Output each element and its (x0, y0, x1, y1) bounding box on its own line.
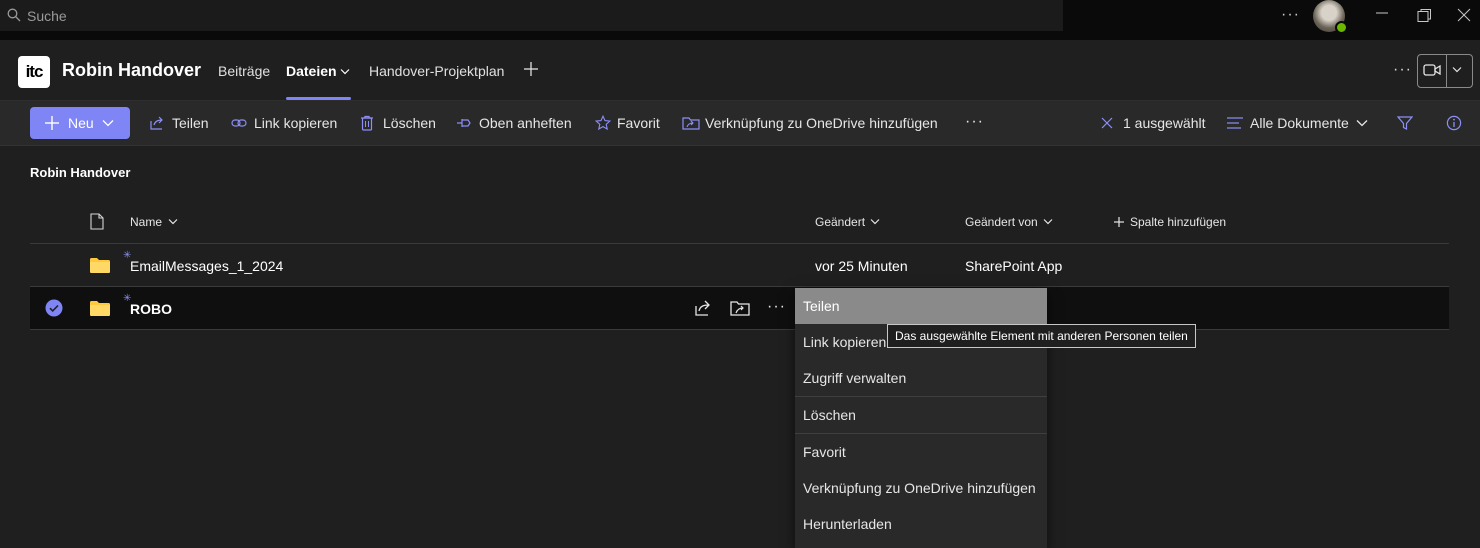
new-button-label[interactable]: Neu (68, 115, 94, 131)
delete-button[interactable]: Löschen (383, 115, 436, 131)
pin-icon[interactable] (456, 115, 472, 131)
column-header-modified-by[interactable]: Geändert von (965, 215, 1038, 229)
tooltip: Das ausgewählte Element mit anderen Pers… (887, 324, 1196, 348)
team-logo: itc (18, 56, 50, 88)
file-type-icon (90, 213, 104, 230)
menu-item-delete[interactable]: Löschen (795, 397, 1047, 433)
chevron-down-icon[interactable] (340, 68, 350, 75)
more-options-icon[interactable]: ··· (1281, 6, 1300, 24)
tab-handover-projektplan[interactable]: Handover-Projektplan (369, 63, 504, 79)
column-header-modified[interactable]: Geändert (815, 215, 865, 229)
close-icon[interactable] (1457, 8, 1471, 22)
share-icon[interactable] (694, 299, 712, 317)
copy-link-button[interactable]: Link kopieren (254, 115, 337, 131)
shortcut-icon[interactable] (682, 115, 700, 131)
shortcut-icon[interactable] (730, 299, 750, 317)
tab-beitraege[interactable]: Beiträge (218, 63, 270, 79)
team-name: Robin Handover (62, 60, 202, 80)
menu-item-favorite[interactable]: Favorit (795, 434, 1047, 470)
modified-by: SharePoint App (965, 258, 1063, 274)
selection-count: 1 ausgewählt (1123, 115, 1206, 131)
favorite-button[interactable]: Favorit (617, 115, 660, 131)
add-shortcut-button[interactable]: Verknüpfung zu OneDrive hinzufügen (705, 115, 938, 131)
search-input[interactable] (0, 0, 1063, 31)
more-options-icon[interactable]: ··· (1393, 61, 1412, 79)
menu-item-add-shortcut[interactable]: Verknüpfung zu OneDrive hinzufügen (795, 470, 1047, 506)
search-icon (7, 8, 21, 22)
share-button[interactable]: Teilen (172, 115, 209, 131)
chevron-down-icon[interactable] (1356, 119, 1368, 127)
more-options-icon[interactable]: ··· (965, 113, 984, 131)
folder-icon (90, 301, 110, 316)
minimize-icon[interactable] (1375, 6, 1389, 20)
view-list-icon[interactable] (1227, 117, 1243, 129)
divider (1446, 55, 1447, 87)
modified-date: vor 25 Minuten (815, 258, 908, 274)
column-header-name[interactable]: Name (130, 215, 162, 229)
menu-item-label: Favorit (803, 444, 846, 460)
plus-icon[interactable] (1114, 217, 1124, 227)
pin-to-top-button[interactable]: Oben anheften (479, 115, 572, 131)
chevron-down-icon[interactable] (102, 119, 114, 127)
menu-item-share[interactable]: Teilen (795, 288, 1047, 324)
more-options-icon[interactable]: ··· (767, 298, 786, 316)
add-tab-icon[interactable] (523, 61, 539, 77)
menu-item-label: Link kopieren (803, 334, 887, 350)
menu-item-label: Herunterladen (803, 516, 892, 532)
breadcrumb[interactable]: Robin Handover (30, 165, 130, 180)
link-icon[interactable] (231, 115, 247, 131)
filter-icon[interactable] (1397, 115, 1413, 131)
menu-item-label: Zugriff verwalten (803, 370, 907, 386)
file-name[interactable]: EmailMessages_1_2024 (130, 258, 283, 274)
chevron-down-icon[interactable] (870, 218, 880, 225)
folder-icon (90, 258, 110, 273)
chevron-down-icon[interactable] (1452, 66, 1462, 73)
view-selector[interactable]: Alle Dokumente (1250, 115, 1349, 131)
tab-dateien[interactable]: Dateien (286, 63, 337, 79)
search-placeholder: Suche (27, 8, 67, 24)
checkmark-selected-icon[interactable] (45, 299, 63, 317)
menu-item-download[interactable]: Herunterladen (795, 506, 1047, 542)
file-name[interactable]: ROBO (130, 301, 172, 317)
trash-icon[interactable] (360, 115, 374, 131)
add-column-button[interactable]: Spalte hinzufügen (1130, 215, 1226, 229)
chevron-down-icon[interactable] (1043, 218, 1053, 225)
video-camera-icon[interactable] (1423, 63, 1441, 77)
presence-available-icon (1335, 21, 1348, 34)
share-icon[interactable] (149, 115, 165, 131)
menu-item-manage-access[interactable]: Zugriff verwalten (795, 360, 1047, 396)
active-tab-indicator (286, 97, 351, 100)
info-icon[interactable] (1446, 115, 1462, 131)
restore-icon[interactable] (1417, 8, 1432, 23)
menu-item-label: Löschen (803, 407, 856, 423)
chevron-down-icon[interactable] (168, 218, 178, 225)
star-icon[interactable] (595, 115, 611, 131)
menu-item-label: Verknüpfung zu OneDrive hinzufügen (803, 480, 1036, 496)
menu-item-label: Teilen (803, 298, 840, 314)
plus-icon (44, 115, 60, 131)
close-icon[interactable] (1101, 117, 1113, 129)
